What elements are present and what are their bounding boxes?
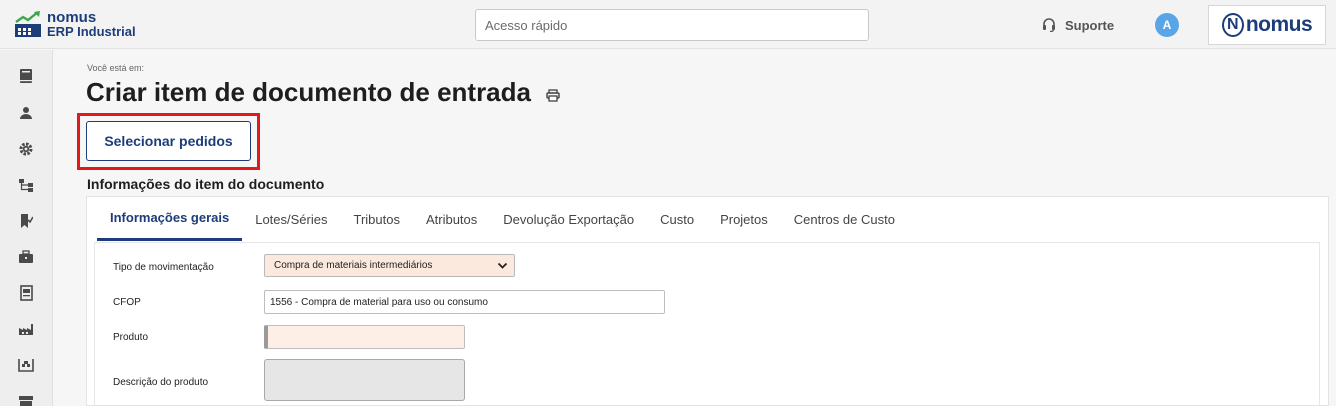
page-title: Criar item de documento de entrada xyxy=(86,77,531,107)
product-description-label: Descrição do produto xyxy=(113,377,209,388)
briefcase-icon[interactable] xyxy=(17,248,35,266)
book-icon[interactable] xyxy=(17,67,35,85)
warehouse-icon[interactable] xyxy=(17,356,35,374)
archive-icon[interactable] xyxy=(17,392,35,406)
tab-general-info[interactable]: Informações gerais xyxy=(97,197,243,241)
tab-projects[interactable]: Projetos xyxy=(707,197,781,241)
headset-icon xyxy=(1043,18,1055,32)
document-icon[interactable] xyxy=(17,284,35,302)
cfop-field[interactable]: 1556 - Compra de material para uso ou co… xyxy=(264,290,665,314)
user-avatar[interactable]: A xyxy=(1155,13,1179,37)
product-field[interactable] xyxy=(264,325,465,349)
tab-bar: Informações gerais Lotes/Séries Tributos… xyxy=(97,197,908,241)
cfop-label: CFOP xyxy=(113,297,141,308)
support-label: Suporte xyxy=(1065,17,1115,33)
product-description-textarea[interactable] xyxy=(264,359,465,401)
product-label: Produto xyxy=(113,332,149,343)
brand-logo[interactable]: nomus ERP Industrial xyxy=(14,9,144,41)
chevron-down-icon xyxy=(497,262,508,269)
general-info-form: Tipo de movimentação Compra de materiais… xyxy=(94,242,1320,406)
select-orders-button[interactable]: Selecionar pedidos xyxy=(86,121,251,161)
brand-name: nomus xyxy=(47,9,97,26)
tab-cost-centers[interactable]: Centros de Custo xyxy=(781,197,908,241)
item-info-panel: Informações gerais Lotes/Séries Tributos… xyxy=(86,196,1329,406)
breadcrumb: Você está em: xyxy=(87,63,145,73)
quick-access-input[interactable] xyxy=(475,9,869,41)
sidebar xyxy=(0,50,53,406)
support-link[interactable]: Suporte xyxy=(1042,15,1114,35)
tab-export-return[interactable]: Devolução Exportação xyxy=(490,197,647,241)
tab-cost[interactable]: Custo xyxy=(647,197,707,241)
tab-taxes[interactable]: Tributos xyxy=(340,197,412,241)
factory-chart-icon xyxy=(15,11,41,37)
tab-attributes[interactable]: Atributos xyxy=(413,197,490,241)
top-header: nomus ERP Industrial Suporte A N nomus xyxy=(0,0,1336,49)
brand-subtitle: ERP Industrial xyxy=(47,24,136,39)
gear-icon[interactable] xyxy=(17,140,35,158)
movement-type-select[interactable]: Compra de materiais intermediários xyxy=(264,254,515,277)
factory-icon[interactable] xyxy=(17,320,35,338)
logo-letter: N xyxy=(1221,13,1244,37)
bookmark-check-icon[interactable] xyxy=(17,212,35,230)
flow-icon[interactable] xyxy=(17,176,35,194)
tab-lots-series[interactable]: Lotes/Séries xyxy=(242,197,340,241)
user-icon[interactable] xyxy=(17,104,35,122)
movement-type-value: Compra de materiais intermediários xyxy=(274,260,433,271)
logo-text: nomus xyxy=(1245,13,1313,36)
section-title: Informações do item do documento xyxy=(87,176,325,192)
company-logo: N nomus xyxy=(1208,5,1326,45)
print-icon[interactable] xyxy=(546,89,560,102)
movement-type-label: Tipo de movimentação xyxy=(113,262,214,273)
